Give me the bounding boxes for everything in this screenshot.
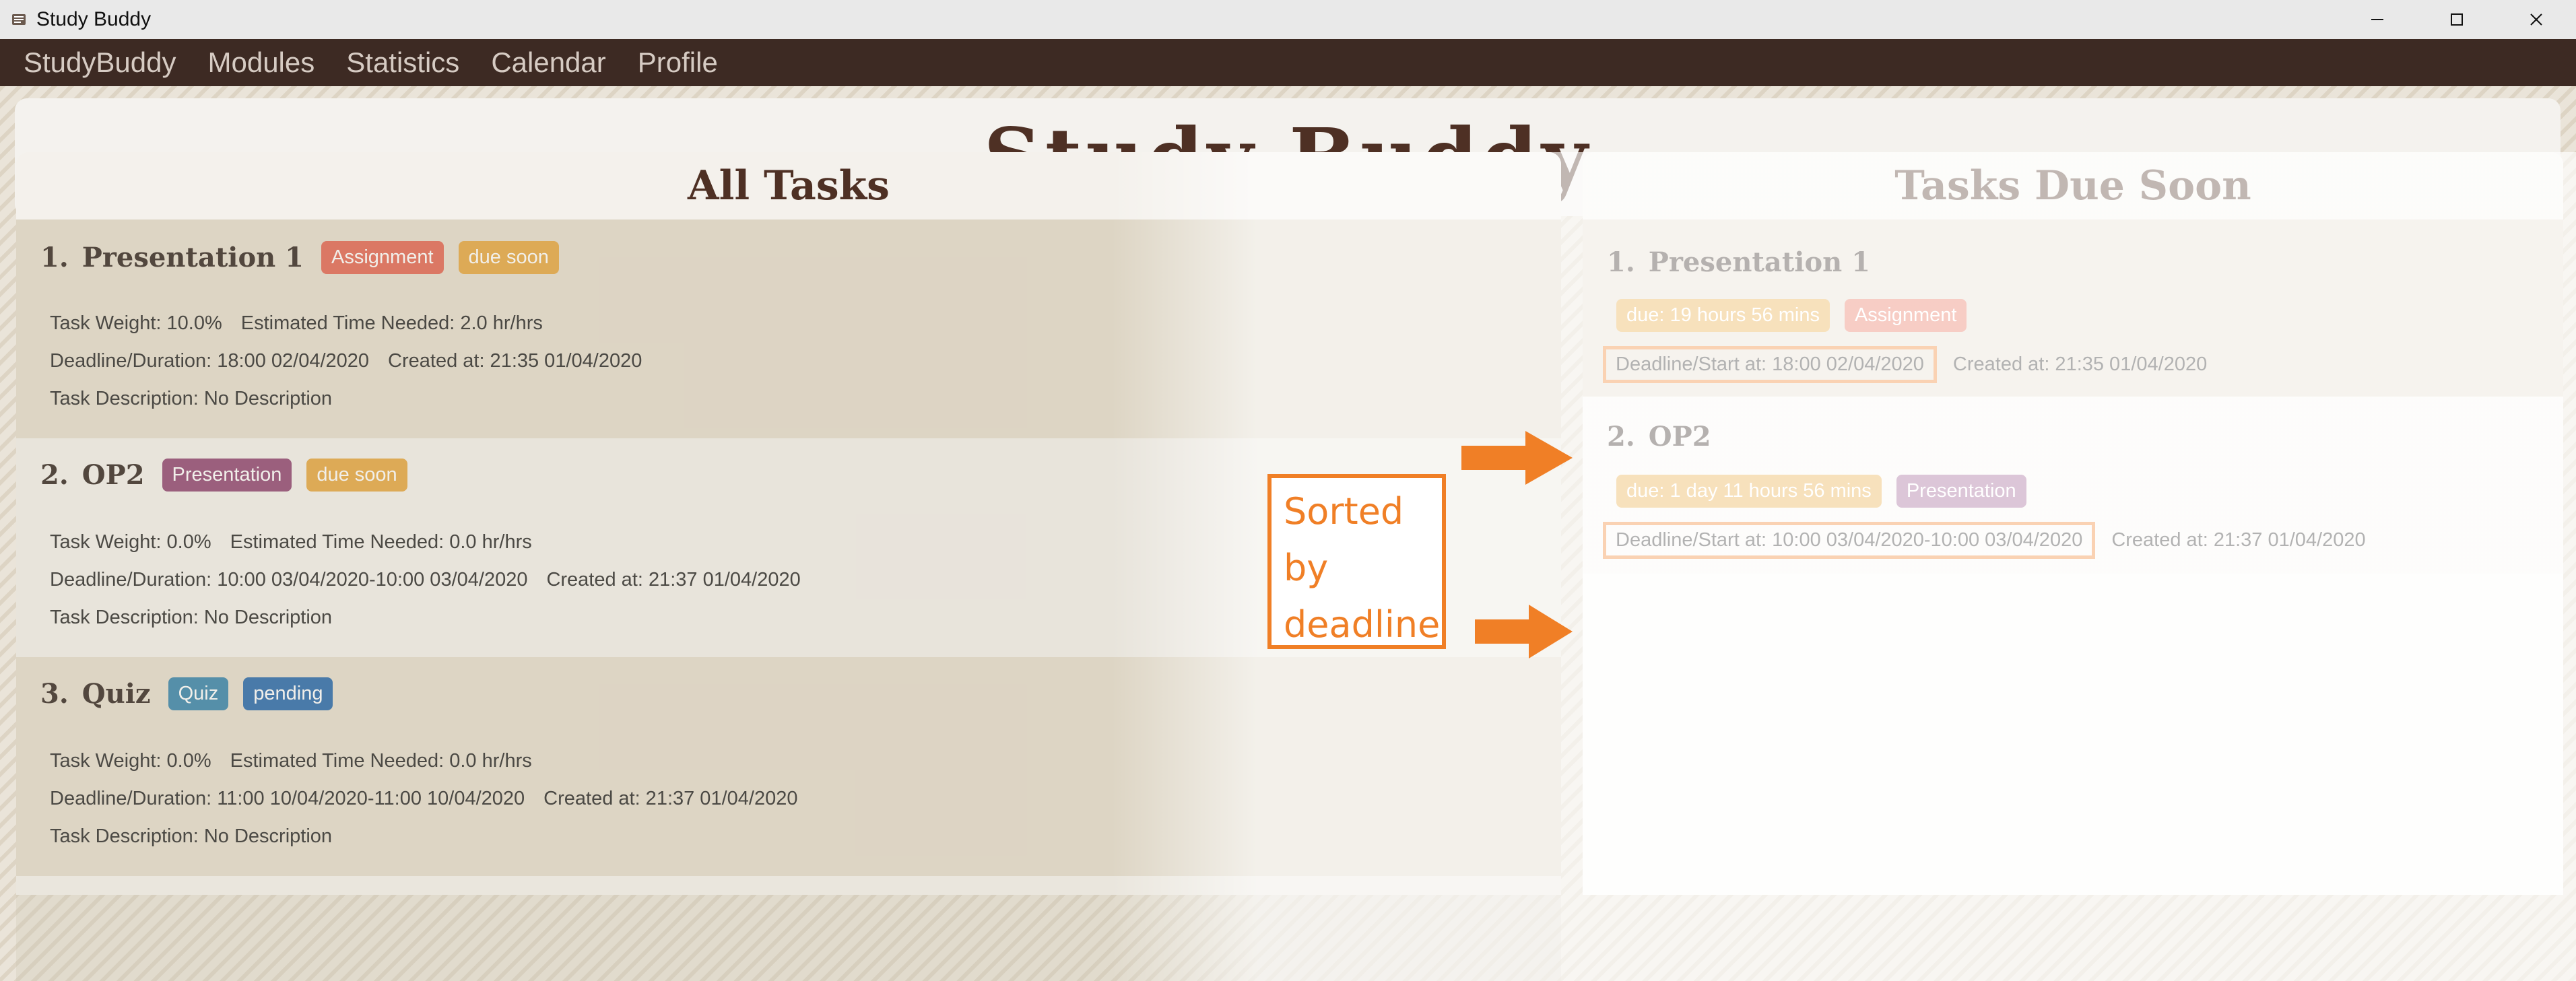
task-name: Quiz (81, 678, 151, 710)
annotation-line: Sorted (1284, 490, 1404, 533)
arrow-right-icon (1475, 605, 1573, 658)
task-card[interactable]: 1. Presentation 1 Assignment due soon Ta… (16, 219, 1561, 438)
task-deadline-created: Deadline/Duration: 10:00 03/04/2020-10:0… (50, 569, 801, 591)
annotation-box: Sorted by deadline (1267, 474, 1446, 649)
task-deadline: Deadline/Start at: 18:00 02/04/2020 (1603, 346, 1937, 383)
maximize-button[interactable] (2417, 0, 2497, 39)
due-soon-title: Tasks Due Soon (1583, 152, 2563, 219)
task-time: Estimated Time Needed: 2.0 hr/hrs (240, 312, 543, 334)
task-deadline: Deadline/Start at: 10:00 03/04/2020-10:0… (1603, 522, 2096, 559)
arrow-right-icon (1461, 431, 1573, 485)
due-task-card[interactable]: 2. OP2 due: 1 day 11 hours 56 mins Prese… (1583, 397, 2563, 574)
task-weight: Task Weight: 0.0% (50, 750, 211, 772)
task-time: Estimated Time Needed: 0.0 hr/hrs (230, 531, 532, 553)
minimize-icon (2371, 19, 2383, 20)
task-weight-time: Task Weight: 0.0% Estimated Time Needed: … (50, 531, 532, 553)
task-card[interactable]: 3. Quiz Quiz pending Task Weight: 0.0% Es… (16, 657, 1561, 876)
tag-type: Presentation (1896, 475, 2026, 508)
tag-type: Quiz (168, 677, 229, 710)
tag-type: Assignment (1844, 299, 1967, 332)
task-deadline-created: Deadline/Duration: 18:00 02/04/2020 Creat… (50, 350, 642, 372)
tag-due: due: 19 hours 56 mins (1616, 299, 1830, 332)
task-deadline: Deadline/Duration: 18:00 02/04/2020 (50, 350, 370, 372)
annotation-line: deadline (1284, 603, 1441, 646)
task-name: OP2 (81, 459, 145, 491)
tag-status: due soon (458, 241, 559, 274)
tag-type: Assignment (321, 241, 444, 274)
task-created: Created at: 21:35 01/04/2020 (1952, 353, 2208, 375)
task-description: Task Description: No Description (50, 825, 333, 847)
minimize-button[interactable] (2338, 0, 2417, 39)
close-icon (2530, 13, 2542, 26)
due-soon-panel: Tasks Due Soon 1. Presentation 1 due: 19… (1583, 152, 2563, 895)
task-index: 1. (40, 242, 69, 273)
maximize-icon (2451, 13, 2463, 26)
task-created: Created at: 21:37 01/04/2020 (543, 788, 798, 809)
window-title-bar: Study Buddy (0, 0, 2576, 39)
task-created: Created at: 21:37 01/04/2020 (546, 569, 801, 590)
window-title: Study Buddy (36, 8, 152, 30)
menu-item-calendar[interactable]: Calendar (491, 46, 605, 79)
task-created: Created at: 21:37 01/04/2020 (2111, 529, 2366, 551)
task-deadline-created: Deadline/Duration: 11:00 10/04/2020-11:0… (50, 788, 797, 810)
close-button[interactable] (2497, 0, 2576, 39)
task-weight-time: Task Weight: 0.0% Estimated Time Needed: … (50, 750, 532, 772)
task-index: 2. (40, 459, 69, 491)
task-created: Created at: 21:35 01/04/2020 (388, 350, 642, 372)
task-deadline: Deadline/Duration: 11:00 10/04/2020-11:0… (50, 788, 525, 809)
task-time: Estimated Time Needed: 0.0 hr/hrs (230, 750, 532, 772)
task-description: Task Description: No Description (50, 388, 333, 409)
task-weight: Task Weight: 0.0% (50, 531, 211, 553)
task-index: 3. (40, 678, 69, 710)
all-tasks-title: All Tasks (16, 152, 1561, 219)
tag-type: Presentation (162, 459, 292, 492)
task-weight-time: Task Weight: 10.0% Estimated Time Needed:… (50, 312, 543, 335)
tag-status: pending (243, 677, 333, 710)
task-name: Presentation 1 (81, 242, 304, 273)
menu-bar: StudyBuddy Modules Statistics Calendar P… (0, 39, 2576, 86)
task-deadline: Deadline/Duration: 10:00 03/04/2020-10:0… (50, 569, 528, 590)
task-name: OP2 (1648, 421, 1711, 452)
menu-item-studybuddy[interactable]: StudyBuddy (24, 46, 176, 79)
annotation-line: by (1284, 547, 1329, 589)
tag-due: due: 1 day 11 hours 56 mins (1616, 475, 1882, 508)
menu-item-statistics[interactable]: Statistics (346, 46, 459, 79)
due-task-card[interactable]: 1. Presentation 1 due: 19 hours 56 mins … (1583, 219, 2563, 397)
task-description: Task Description: No Description (50, 607, 333, 628)
task-index: 2. (1607, 421, 1635, 452)
tag-status: due soon (306, 459, 407, 492)
menu-item-profile[interactable]: Profile (638, 46, 718, 79)
task-index: 1. (1607, 246, 1635, 278)
app-icon (12, 14, 26, 25)
task-name: Presentation 1 (1648, 246, 1871, 278)
menu-item-modules[interactable]: Modules (208, 46, 315, 79)
task-weight: Task Weight: 10.0% (50, 312, 222, 334)
